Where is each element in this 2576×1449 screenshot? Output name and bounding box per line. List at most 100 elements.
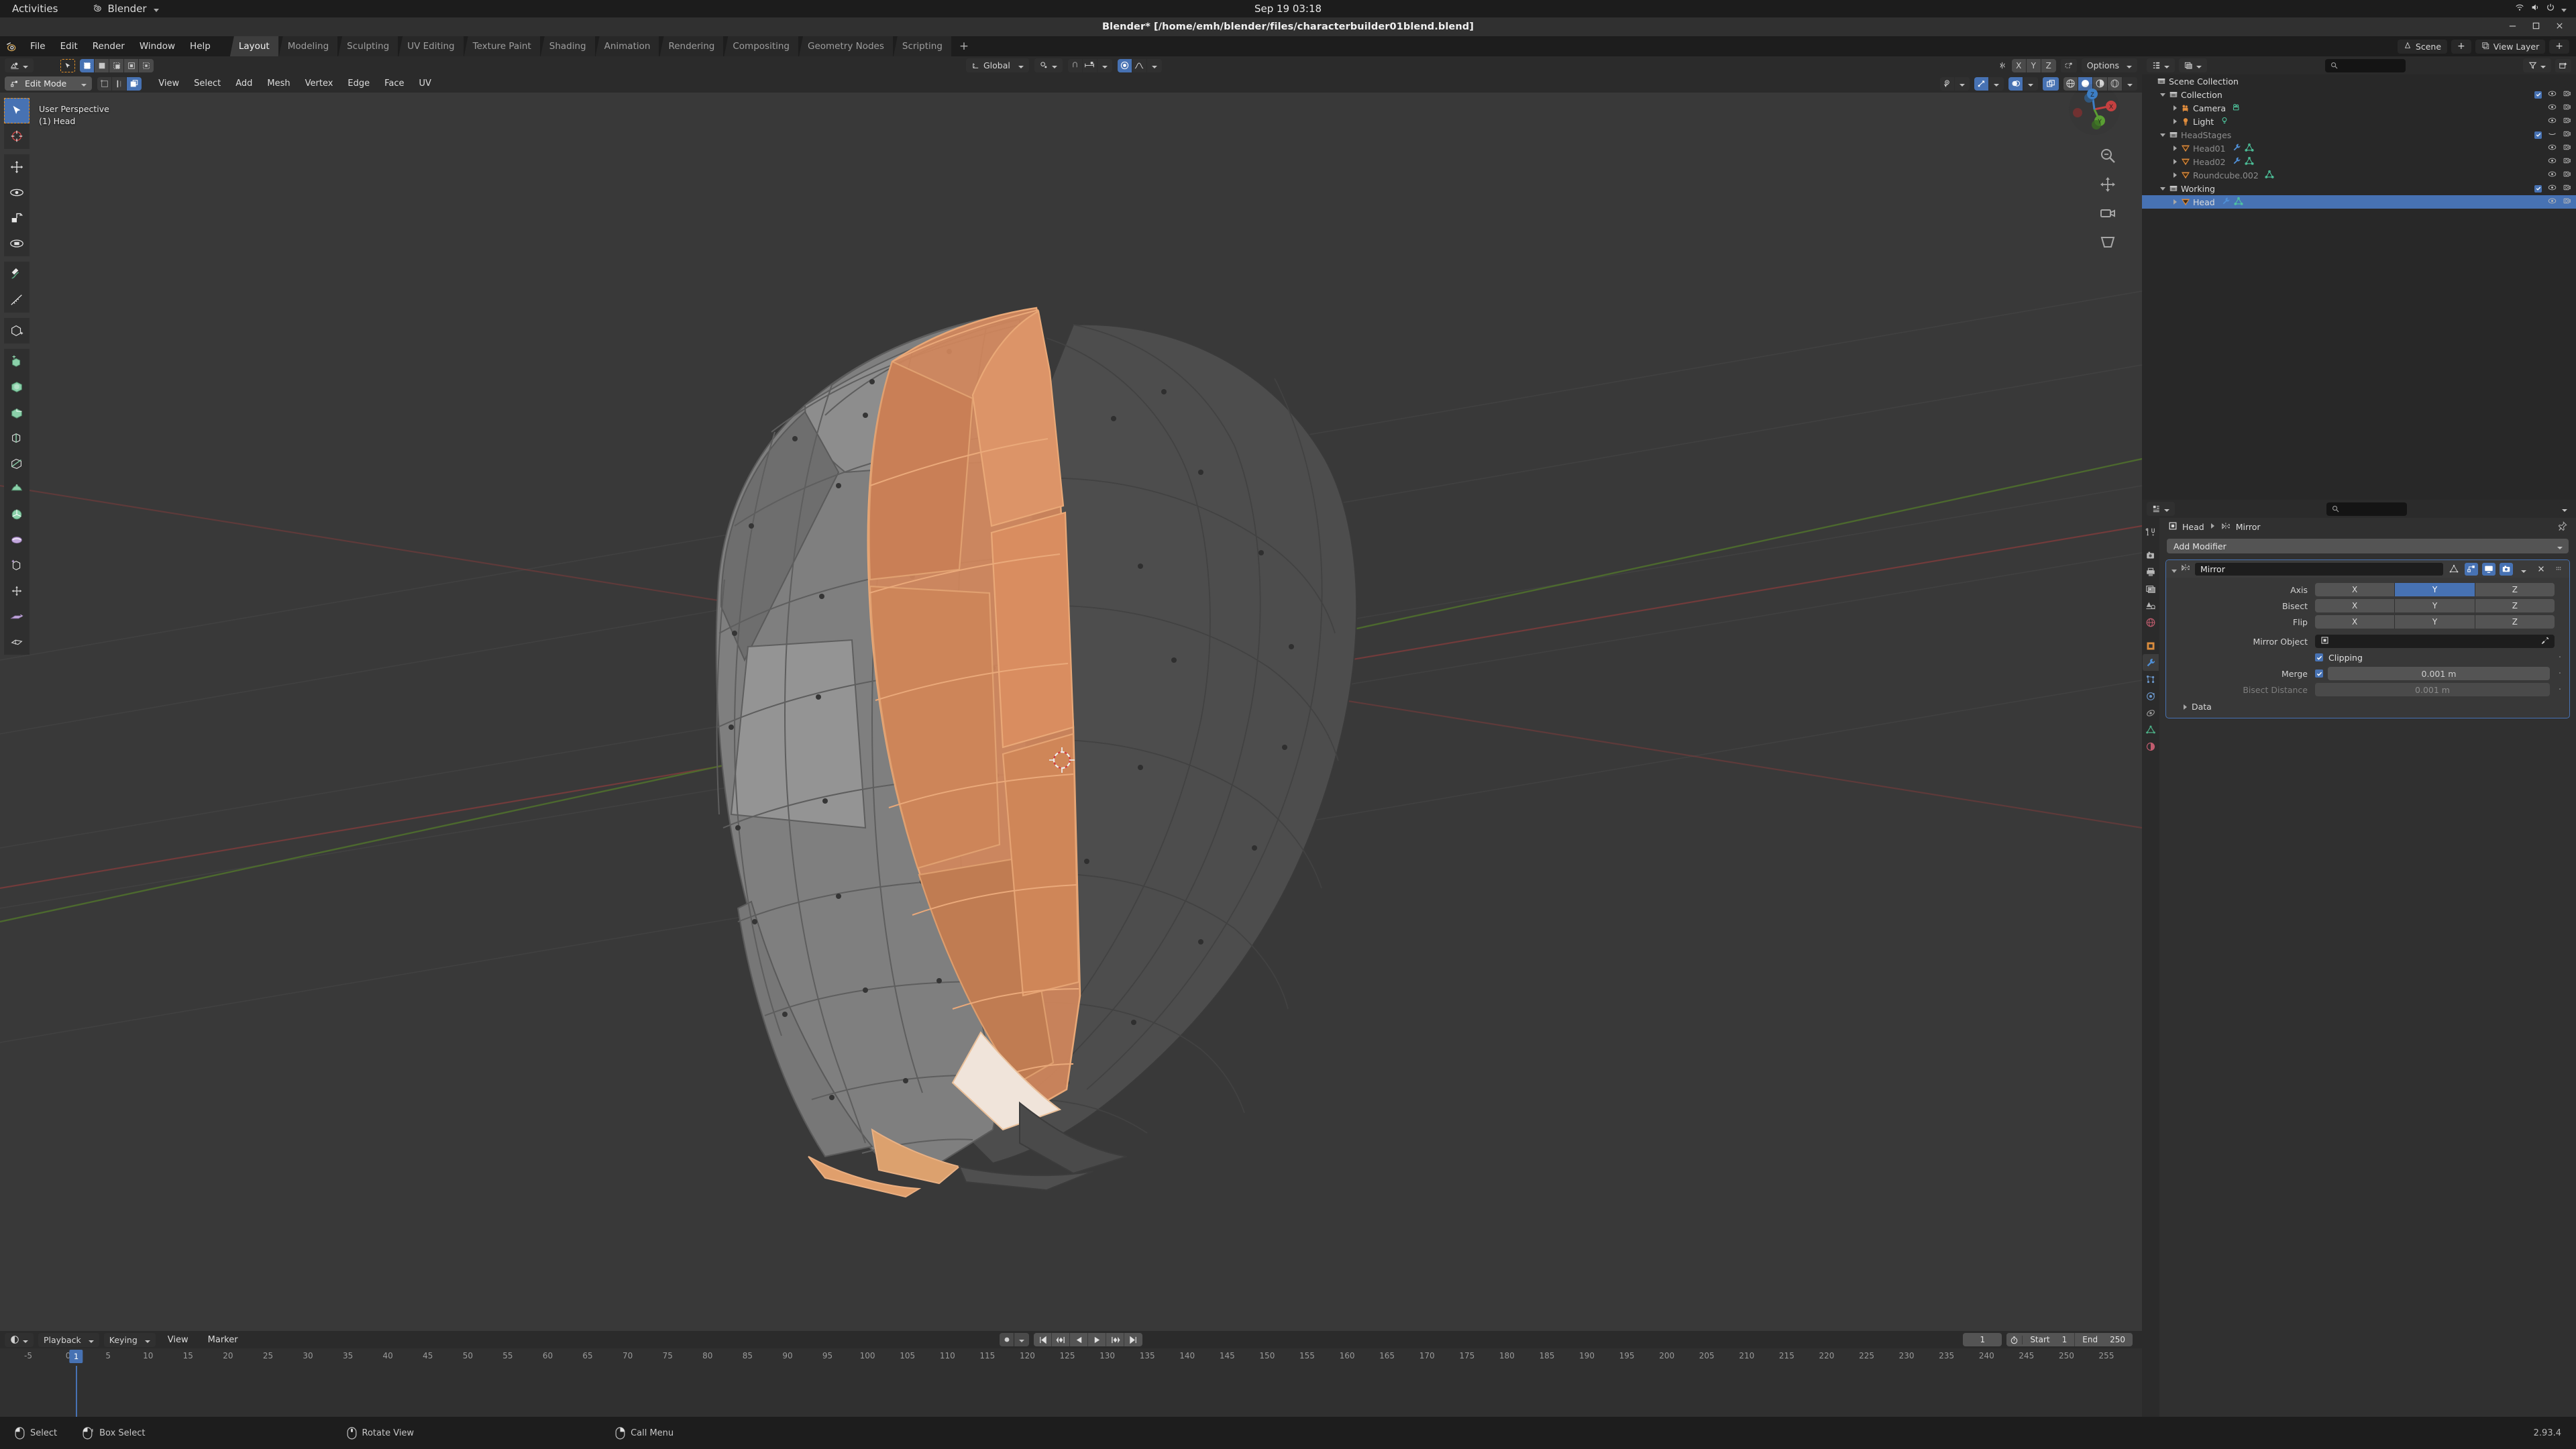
properties-tab-object[interactable] bbox=[2143, 637, 2159, 654]
flip-segments[interactable]: X Y Z bbox=[2315, 615, 2555, 629]
animate-property-dot[interactable]: · bbox=[2555, 669, 2565, 679]
collection-exclude-checkbox[interactable] bbox=[2534, 131, 2542, 139]
modifier-remove-button[interactable] bbox=[2534, 563, 2548, 576]
tool-add-cube[interactable] bbox=[4, 318, 30, 343]
vertex-select-mode-button[interactable] bbox=[97, 76, 113, 91]
proportional-falloff-dropdown[interactable] bbox=[1146, 58, 1162, 72]
hide-in-viewport-icon[interactable] bbox=[2548, 183, 2557, 194]
workspace-tab-compositing[interactable]: Compositing bbox=[724, 36, 799, 56]
menu-edit[interactable]: Edit bbox=[53, 36, 85, 56]
camera-view-icon[interactable] bbox=[2099, 205, 2116, 222]
scene-selector[interactable]: Scene bbox=[2397, 39, 2448, 54]
disclosure-triangle-icon[interactable] bbox=[2170, 159, 2180, 164]
disable-in-renders-icon[interactable] bbox=[2563, 183, 2571, 194]
viewport-menu-vertex[interactable]: Vertex bbox=[298, 76, 341, 91]
tool-annotate[interactable] bbox=[4, 262, 30, 287]
modifier-icon[interactable] bbox=[2232, 156, 2241, 168]
jump-next-keyframe-button[interactable] bbox=[1106, 1333, 1124, 1346]
expand-triangle-icon[interactable] bbox=[2184, 702, 2187, 712]
viewport-menu-face[interactable]: Face bbox=[377, 76, 411, 91]
modifier-icon[interactable] bbox=[2221, 197, 2231, 208]
modifier-icon[interactable] bbox=[2232, 143, 2241, 154]
gizmo-group[interactable] bbox=[1974, 76, 2004, 91]
properties-tab-world[interactable] bbox=[2143, 614, 2159, 631]
timeline-menu-marker[interactable]: Marker bbox=[201, 1332, 246, 1347]
viewport-navigation-gizmo[interactable]: X Y Z bbox=[2067, 82, 2122, 137]
modifier-drag-handle[interactable] bbox=[2552, 563, 2565, 576]
mesh-data-icon[interactable] bbox=[2245, 156, 2254, 168]
select-mode-subtract[interactable] bbox=[109, 58, 124, 72]
timeline-editor-type-selector[interactable] bbox=[5, 1332, 34, 1347]
disclosure-triangle-icon[interactable] bbox=[2170, 172, 2180, 178]
select-mode-invert[interactable] bbox=[124, 58, 139, 72]
mesh-data-icon[interactable] bbox=[2245, 143, 2254, 154]
workspace-tab-shading[interactable]: Shading bbox=[540, 36, 596, 56]
disable-in-renders-icon[interactable] bbox=[2563, 116, 2571, 127]
properties-search-input[interactable] bbox=[2326, 502, 2407, 516]
disclosure-triangle-icon[interactable] bbox=[2158, 93, 2167, 97]
disclosure-triangle-icon[interactable] bbox=[2170, 105, 2180, 111]
proportional-falloff[interactable] bbox=[1132, 58, 1147, 72]
disclosure-triangle-icon[interactable] bbox=[2158, 187, 2167, 191]
frame-jump-buttons[interactable] bbox=[1034, 1333, 1142, 1346]
animate-property-dot[interactable]: · bbox=[2555, 653, 2565, 663]
bisect-z-button[interactable]: Z bbox=[2475, 599, 2555, 612]
tool-cursor[interactable] bbox=[4, 123, 30, 149]
viewport-menu-uv[interactable]: UV bbox=[412, 76, 439, 91]
timeline-menu-view[interactable]: View bbox=[160, 1332, 196, 1347]
playhead-label[interactable]: 1 bbox=[69, 1350, 83, 1363]
proportional-editing-group[interactable] bbox=[1117, 58, 1162, 72]
transform-orientation-selector[interactable]: Global bbox=[966, 58, 1029, 72]
snap-dropdown[interactable] bbox=[1097, 58, 1112, 72]
hide-in-viewport-icon[interactable] bbox=[2548, 103, 2557, 113]
tool-inset-faces[interactable] bbox=[4, 374, 30, 400]
viewport-menu-mesh[interactable]: Mesh bbox=[260, 76, 297, 91]
workspace-tab-geometry-nodes[interactable]: Geometry Nodes bbox=[799, 36, 894, 56]
modifier-panel-header[interactable]: Mirror bbox=[2166, 560, 2569, 578]
hide-in-viewport-icon[interactable] bbox=[2548, 197, 2557, 207]
select-mode-group[interactable] bbox=[80, 58, 154, 72]
outliner-display-mode-selector[interactable] bbox=[2179, 58, 2207, 72]
axis-z-button[interactable]: Z bbox=[2475, 583, 2555, 596]
menu-file[interactable]: File bbox=[23, 36, 53, 56]
outliner-tree[interactable]: Scene Collection Collection Camera Light Hea… bbox=[2142, 74, 2576, 209]
properties-editor-type-selector[interactable] bbox=[2147, 502, 2175, 516]
properties-editor[interactable]: Head Mirror Add Modifier Mirror Axis X Y… bbox=[2142, 500, 2576, 1417]
flip-y-button[interactable]: Y bbox=[2395, 615, 2475, 629]
expand-triangle-icon[interactable] bbox=[2171, 563, 2177, 576]
outliner-row-working[interactable]: Working bbox=[2142, 182, 2576, 195]
view-layer-selector[interactable]: View Layer bbox=[2475, 39, 2546, 54]
disclosure-triangle-icon[interactable] bbox=[2158, 133, 2167, 137]
show-gizmo-button[interactable] bbox=[1974, 76, 1989, 91]
outliner-row-head01[interactable]: Head01 bbox=[2142, 142, 2576, 155]
breadcrumb-object-name[interactable]: Head bbox=[2182, 522, 2204, 532]
playhead-line[interactable] bbox=[76, 1366, 78, 1417]
overlays-group[interactable] bbox=[2008, 76, 2038, 91]
outliner-row-head02[interactable]: Head02 bbox=[2142, 155, 2576, 168]
jump-to-end-button[interactable] bbox=[1124, 1333, 1142, 1346]
outliner-row-light[interactable]: Light bbox=[2142, 115, 2576, 128]
properties-tab-object-data[interactable] bbox=[2143, 721, 2159, 738]
auto-keying-dropdown[interactable] bbox=[1014, 1333, 1029, 1346]
tool-rip-region[interactable] bbox=[4, 629, 30, 655]
tool-poly-build[interactable] bbox=[4, 476, 30, 502]
mode-selector[interactable]: Edit Mode bbox=[5, 76, 93, 91]
timeline-menu-keying[interactable]: Keying bbox=[103, 1332, 156, 1347]
play-reverse-button[interactable] bbox=[1070, 1333, 1088, 1346]
perspective-toggle-icon[interactable] bbox=[2099, 233, 2116, 251]
mirror-object-field[interactable] bbox=[2315, 635, 2555, 648]
edge-select-mode-button[interactable] bbox=[112, 76, 127, 91]
timeline-menu-playback[interactable]: Playback bbox=[38, 1332, 99, 1347]
outliner-search-input[interactable] bbox=[2324, 58, 2406, 72]
symmetry-z-button[interactable]: Z bbox=[2041, 58, 2056, 72]
workspace-tab-animation[interactable]: Animation bbox=[595, 36, 660, 56]
disclosure-triangle-icon[interactable] bbox=[2170, 146, 2180, 151]
snapping-group[interactable] bbox=[1067, 58, 1112, 72]
properties-tab-view-layer[interactable] bbox=[2143, 580, 2159, 597]
new-collection-button[interactable] bbox=[2555, 58, 2571, 72]
outliner-editor[interactable]: Scene Collection Collection Camera Light Hea… bbox=[2142, 56, 2576, 500]
properties-tab-modifiers[interactable] bbox=[2143, 654, 2159, 671]
hide-in-viewport-icon[interactable] bbox=[2548, 156, 2557, 167]
workspace-tab-rendering[interactable]: Rendering bbox=[659, 36, 724, 56]
outliner-row-head[interactable]: Head bbox=[2142, 195, 2576, 209]
